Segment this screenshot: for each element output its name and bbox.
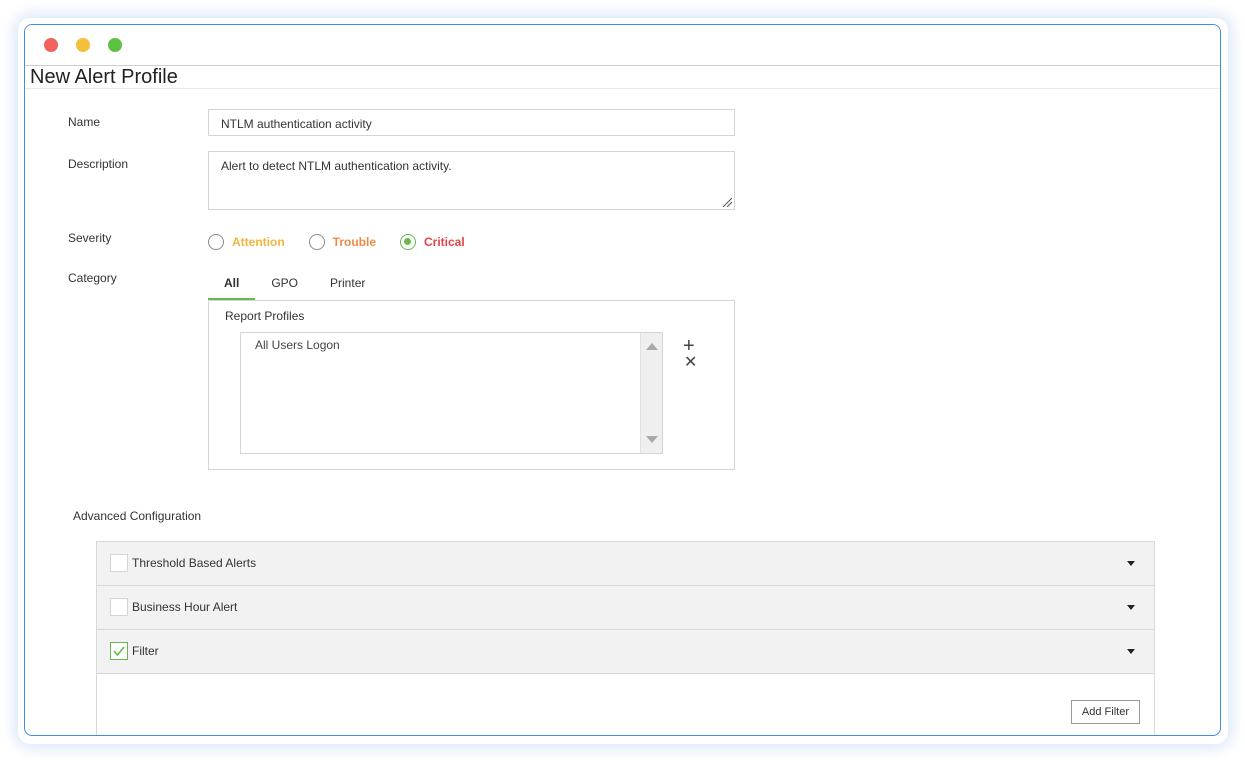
description-label: Description [68,157,129,171]
description-text: Alert to detect NTLM authentication acti… [221,159,452,173]
tab-all[interactable]: All [208,274,256,300]
remove-profile-close-icon[interactable]: ✕ [684,355,697,371]
caret-down-icon[interactable] [1127,561,1135,566]
radio-checked-icon[interactable] [400,234,416,250]
filter-label: Filter [132,644,159,658]
resize-grip-icon[interactable] [722,197,732,207]
accordion-filter[interactable]: Filter [96,629,1155,674]
caret-down-icon[interactable] [1127,649,1135,654]
add-filter-button[interactable]: Add Filter [1070,700,1140,724]
business-hour-label: Business Hour Alert [132,600,238,614]
list-item[interactable]: All Users Logon [255,338,340,352]
title-divider [25,88,1220,89]
severity-radio-group: Attention Trouble Critical [208,233,489,251]
caret-down-icon[interactable] [1127,605,1135,610]
tab-printer[interactable]: Printer [314,274,381,300]
app-window: New Alert Profile Name NTLM authenticati… [24,24,1221,736]
minimize-window-button[interactable] [76,38,90,52]
radio-unchecked-icon[interactable] [308,234,325,250]
name-input[interactable]: NTLM authentication activity [208,109,735,136]
radio-unchecked-icon[interactable] [208,234,224,250]
close-window-button[interactable] [44,38,58,52]
accordion-threshold-alerts[interactable]: Threshold Based Alerts [96,541,1155,586]
severity-attention-label: Attention [232,235,285,249]
list-scrollbar[interactable] [640,333,662,453]
tab-gpo[interactable]: GPO [255,274,314,300]
maximize-window-button[interactable] [108,38,122,52]
advanced-accordion: Threshold Based Alerts Business Hour Ale… [96,541,1155,735]
category-panel: Report Profiles All Users Logon [208,300,735,470]
severity-critical-label: Critical [424,235,465,249]
advanced-configuration-title: Advanced Configuration [73,509,202,523]
category-tabs: All GPO Printer [208,274,381,300]
report-profiles-list[interactable]: All Users Logon [240,332,663,454]
add-profile-plus-icon[interactable]: + [683,336,695,356]
severity-label: Severity [68,231,112,245]
checkmark-icon [113,646,125,657]
threshold-label: Threshold Based Alerts [132,556,257,570]
severity-option-trouble[interactable]: Trouble [308,234,376,250]
title-bar [25,25,1220,66]
scroll-down-icon[interactable] [646,436,658,443]
category-label: Category [68,271,117,285]
filter-checkbox[interactable] [110,642,128,660]
business-hour-checkbox[interactable] [110,598,128,616]
severity-option-critical[interactable]: Critical [400,234,465,250]
page-title: New Alert Profile [30,66,178,88]
severity-option-attention[interactable]: Attention [208,234,285,250]
description-textarea[interactable]: Alert to detect NTLM authentication acti… [208,151,735,210]
accordion-business-hour[interactable]: Business Hour Alert [96,585,1155,630]
name-label: Name [68,115,101,129]
threshold-checkbox[interactable] [110,554,128,572]
severity-trouble-label: Trouble [332,235,376,249]
scroll-up-icon[interactable] [646,343,658,350]
filter-panel: Add Filter [96,674,1155,735]
report-profiles-label: Report Profiles [225,309,305,323]
